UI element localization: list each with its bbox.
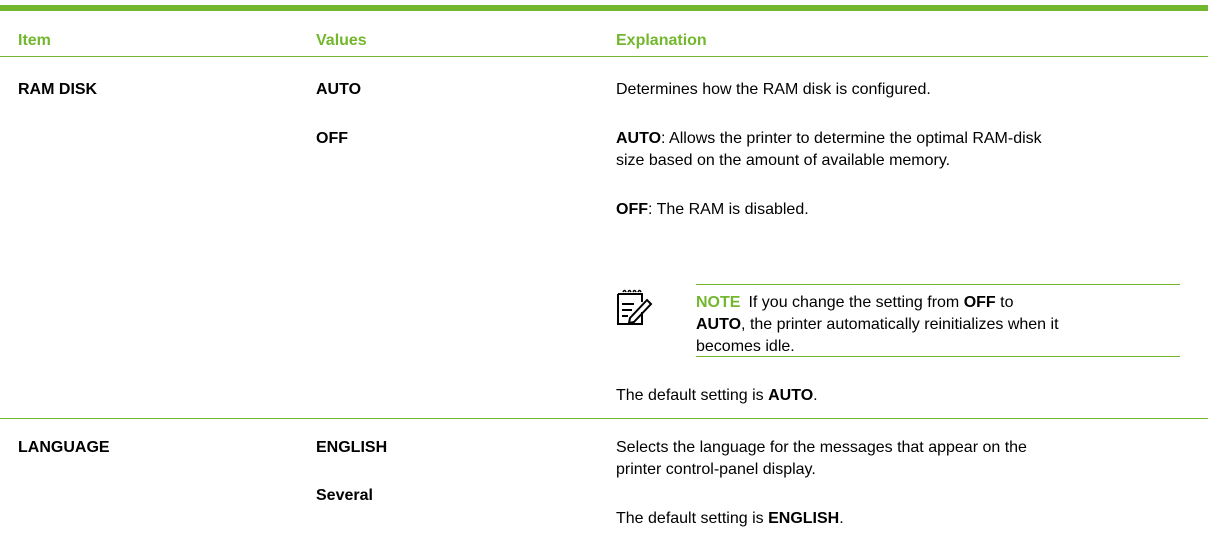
value-auto: AUTO [316, 81, 362, 98]
header-values: Values [316, 32, 367, 49]
table-header-row: Item Values Explanation [0, 11, 1208, 56]
note-text-c: , the printer automatically reinitialize… [741, 316, 1059, 333]
off-text: : The RAM is disabled. [648, 201, 809, 218]
header-rule [0, 56, 1208, 57]
ram-disk-off-line: OFF: The RAM is disabled. [616, 199, 1191, 221]
note-text-d: becomes idle. [696, 338, 795, 355]
note-label: NOTE [696, 294, 741, 311]
ram-default-value: AUTO [768, 387, 814, 404]
ram-disk-auto-line1: AUTO: Allows the printer to determine th… [616, 128, 1191, 150]
header-explanation: Explanation [616, 32, 707, 49]
menu-settings-table: Item Values Explanation RAM DISK AUTO OF… [0, 0, 1208, 545]
value-english: ENGLISH [316, 439, 388, 456]
ram-disk-default: The default setting is AUTO. [616, 385, 1191, 407]
note-text-b: to [1000, 294, 1014, 311]
language-expl-line1: Selects the language for the messages th… [616, 439, 1027, 456]
header-item: Item [18, 32, 51, 49]
row-item-ram-disk: RAM DISK [18, 81, 98, 98]
auto-text: : Allows the printer to determine the op… [661, 130, 1042, 147]
row-rule [0, 418, 1208, 419]
note-pencil-icon [614, 288, 654, 328]
note-rule-top [696, 284, 1180, 285]
lang-default-value: ENGLISH [768, 510, 840, 527]
value-several: Several [316, 487, 373, 504]
value-off: OFF [316, 130, 348, 147]
ram-disk-intro: Determines how the RAM disk is configure… [616, 81, 931, 98]
off-key: OFF [616, 201, 648, 218]
row-item-language: LANGUAGE [18, 439, 110, 456]
note-text-a: If you change the setting from [748, 294, 960, 311]
ram-disk-auto-line2: size based on the amount of available me… [616, 152, 951, 169]
note-bold-off: OFF [963, 294, 996, 311]
language-default: The default setting is ENGLISH. [616, 508, 1191, 530]
ram-default-suffix: . [813, 387, 818, 404]
lang-default-suffix: . [839, 510, 844, 527]
auto-key: AUTO [616, 130, 662, 147]
ram-default-prefix: The default setting is [616, 387, 764, 404]
language-expl-line2: printer control-panel display. [616, 461, 816, 478]
note-bold-auto: AUTO [696, 316, 742, 333]
note-text: NOTE If you change the setting from OFF t… [696, 292, 1176, 358]
lang-default-prefix: The default setting is [616, 510, 764, 527]
note-rule-bottom [696, 356, 1180, 357]
